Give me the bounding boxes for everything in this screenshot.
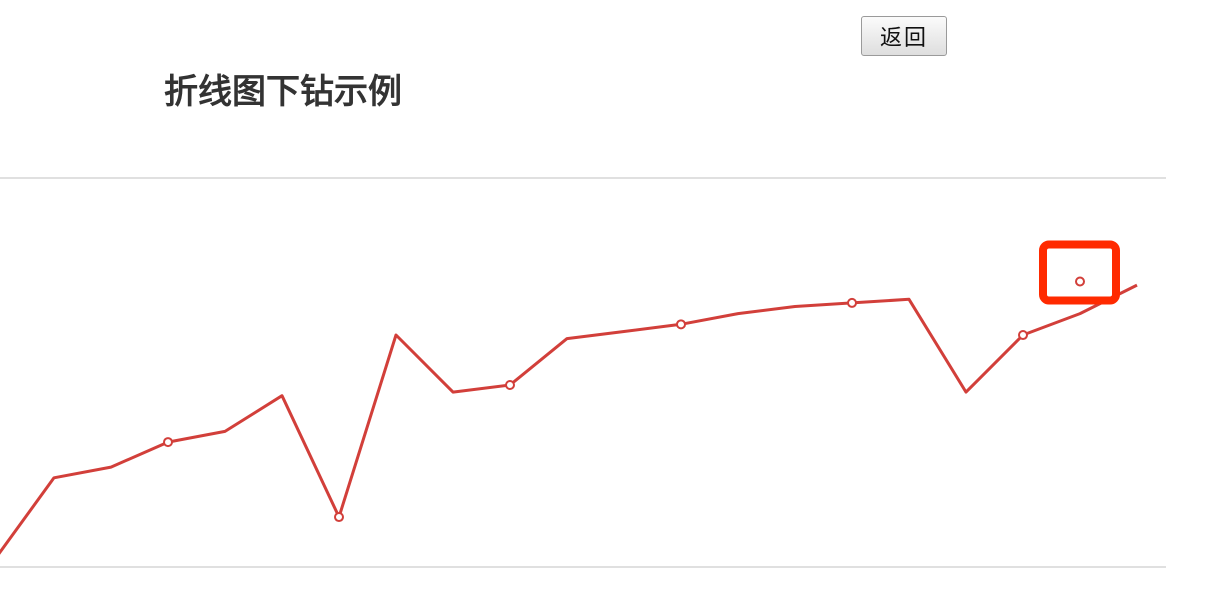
data-point [847,297,857,308]
data-point [1018,330,1028,341]
chart-grid [0,177,1166,568]
data-point [676,319,686,330]
highlight-box [1039,240,1120,305]
data-points [163,297,1028,523]
highlight-layer [1039,240,1120,305]
highlighted-data-point [1075,276,1085,287]
data-point [505,379,515,390]
series-line [0,283,1138,555]
data-point [163,437,173,448]
chart-page: 返回 折线图下钻示例 [0,0,1214,616]
series-line-layer [0,283,1138,555]
data-point [334,512,344,523]
line-chart [0,177,1166,568]
